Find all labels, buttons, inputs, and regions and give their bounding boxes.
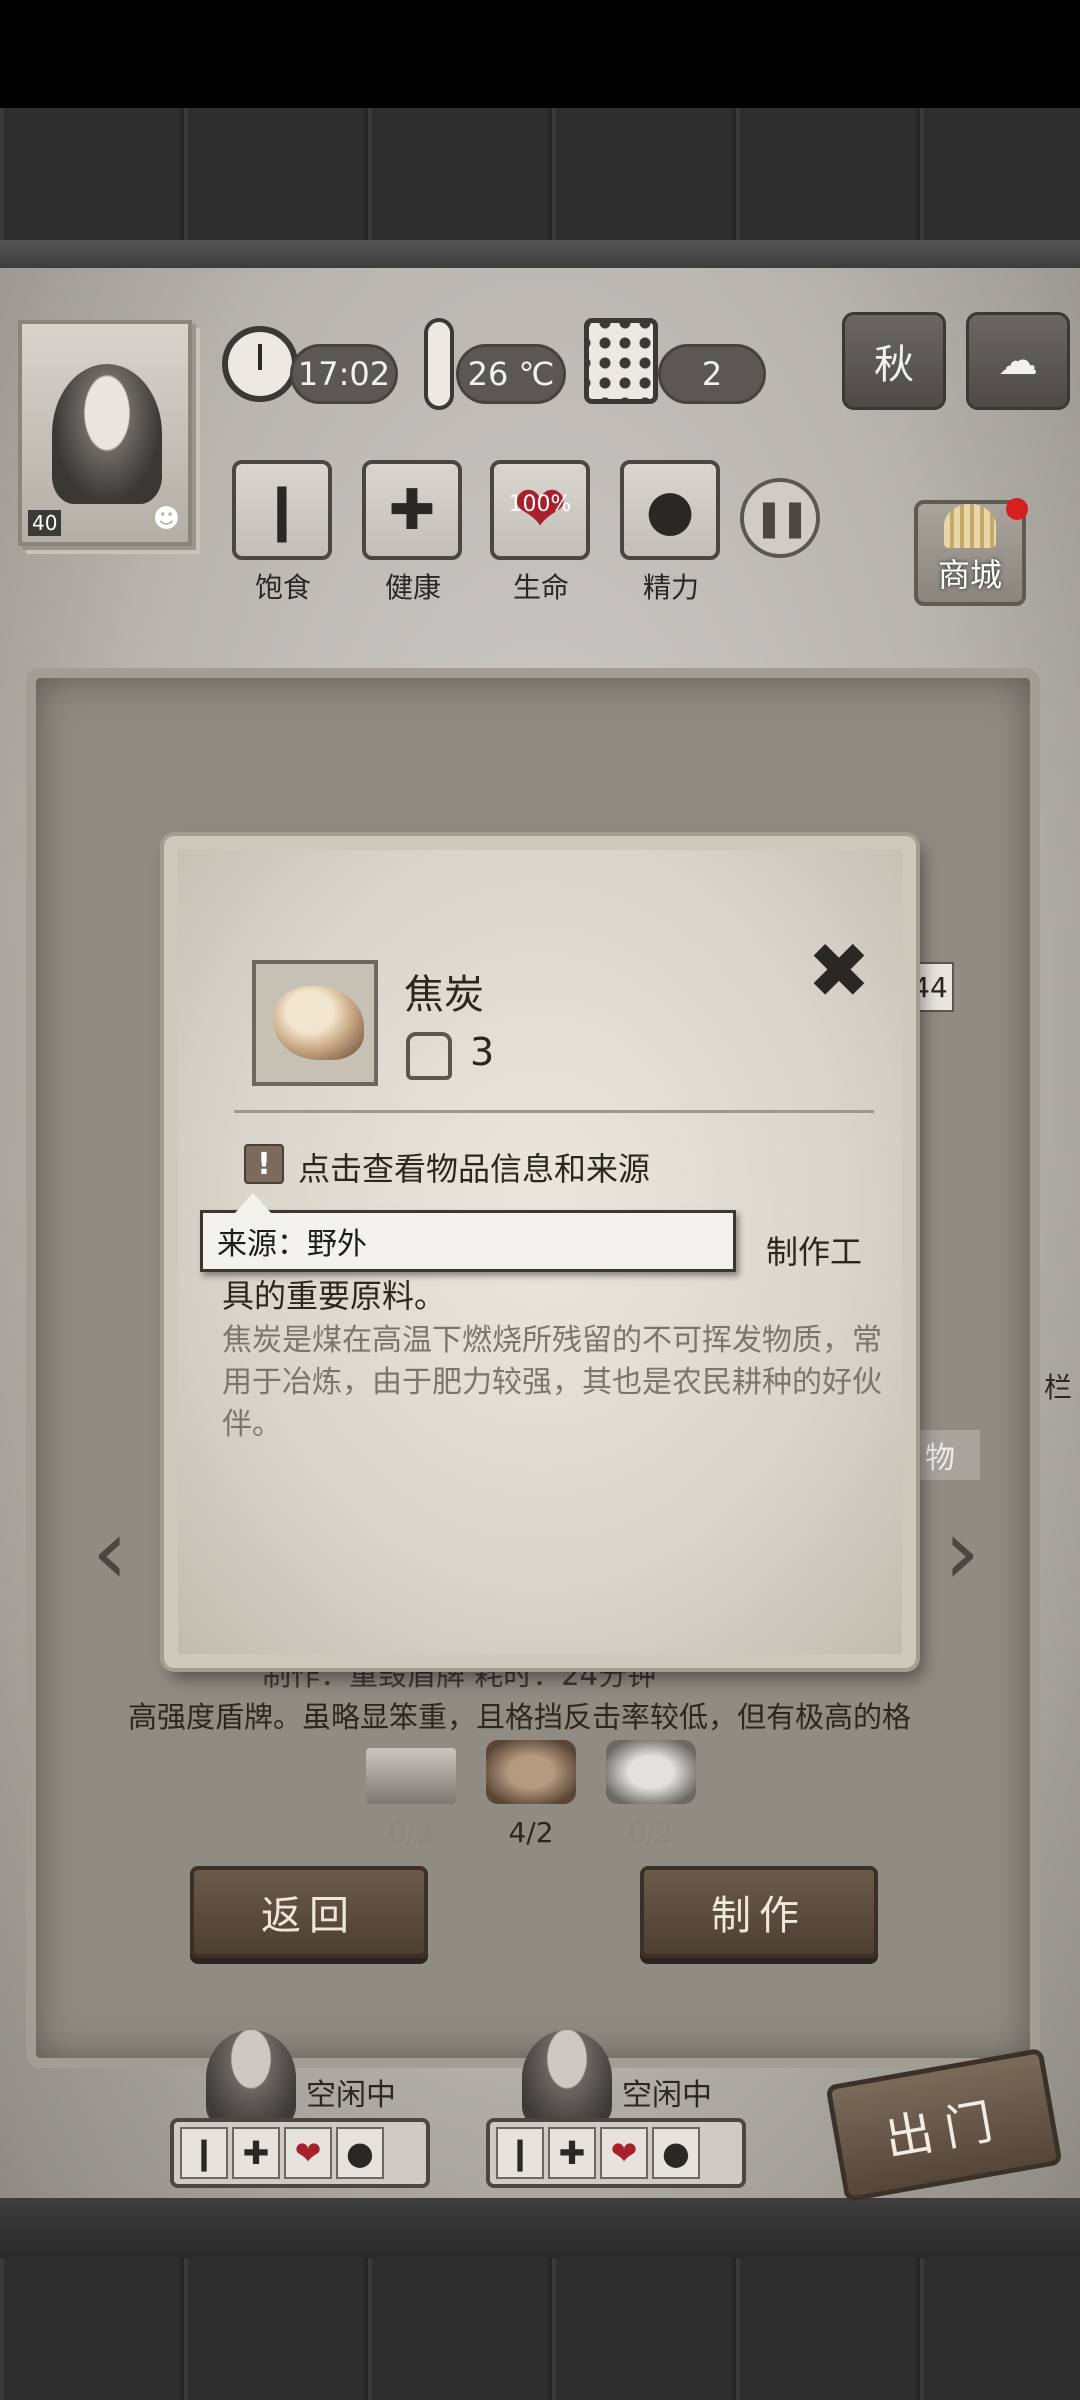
worker-stats-1: ❙ ✚ ❤ ● (170, 2118, 430, 2188)
usage-line-2: 具的重要原料。 (222, 1277, 447, 1315)
weather-button[interactable]: ☁ (966, 312, 1070, 410)
season-button[interactable]: 秋 (842, 312, 946, 410)
season-label: 秋 (874, 342, 914, 388)
day-display: 2 (658, 344, 766, 404)
material-count-plank: 0/3 (388, 1816, 434, 1849)
side-label-far-right: 栏 (1044, 1371, 1073, 1404)
worker-status-1: 空闲中 (306, 2078, 396, 2113)
person-icon: ● (336, 2127, 384, 2179)
cross-icon[interactable]: ✚ (362, 460, 462, 560)
coke-icon (486, 1740, 576, 1804)
craft-button[interactable]: 制作 (640, 1866, 878, 1958)
person-icon: ● (652, 2127, 700, 2179)
calendar-icon (584, 318, 658, 404)
craft-description: 高强度盾牌。虽略显笨重，且格挡反击率较低，但有极高的格 (128, 1700, 912, 1734)
cloud-icon: ☁ (998, 338, 1038, 384)
item-icon-frame (252, 960, 378, 1086)
heart-icon: ❤ (284, 2127, 332, 2179)
chevron-right-icon[interactable]: › (944, 1500, 980, 1605)
divider (234, 1110, 874, 1113)
person-icon[interactable]: ● (620, 460, 720, 560)
stat-label-hunger: 饱食 (254, 571, 311, 604)
pause-button[interactable]: ❚❚ (740, 478, 820, 558)
frame-top (0, 240, 1080, 268)
stat-label-health: 健康 (384, 571, 441, 604)
item-description: 焦炭是煤在高温下燃烧所残留的不可挥发物质，常用于冶炼，由于肥力较强，其也是农民耕… (222, 1323, 882, 1442)
worker-avatar-1[interactable] (206, 2030, 296, 2126)
iron-ore-icon (606, 1740, 696, 1804)
status-bar (0, 0, 1080, 108)
heart-icon: ❤ (600, 2127, 648, 2179)
stomach-icon[interactable]: ❙ (232, 460, 332, 560)
source-tooltip: 来源：野外 (200, 1193, 736, 1272)
chevron-left-icon[interactable]: ‹ (92, 1500, 128, 1605)
exclamation-icon[interactable]: ! (244, 1144, 284, 1184)
info-hint[interactable]: 点击查看物品信息和来源 (298, 1144, 650, 1190)
player-level: 40 (28, 510, 62, 536)
clock-icon (222, 326, 298, 402)
thermometer-icon (424, 318, 454, 410)
temperature-display: 26 ℃ (456, 344, 566, 404)
source-text: 来源：野外 (217, 1227, 367, 1262)
coke-icon (274, 986, 364, 1060)
cross-icon: ✚ (232, 2127, 280, 2179)
worker-status-2: 空闲中 (622, 2078, 712, 2113)
player-face (52, 364, 162, 504)
shop-label: 商城 (937, 556, 1002, 594)
time-display: 17:02 (290, 344, 398, 404)
stomach-icon: ❙ (180, 2127, 228, 2179)
close-icon[interactable]: ✖ (804, 933, 874, 1009)
bag-icon (406, 1032, 452, 1080)
shop-button[interactable]: 商城 (914, 498, 1028, 606)
notification-dot (1006, 498, 1028, 520)
cross-icon: ✚ (548, 2127, 596, 2179)
stomach-icon: ❙ (496, 2127, 544, 2179)
item-name: 焦炭 (404, 972, 484, 1018)
frame-bottom (0, 2198, 1080, 2258)
plank-icon (366, 1748, 456, 1804)
worker-stats-2: ❙ ✚ ❤ ● (486, 2118, 746, 2188)
stat-label-energy: 精力 (642, 571, 699, 604)
player-portrait[interactable]: 40 ☻ (18, 320, 192, 546)
item-count: 3 (470, 1030, 495, 1074)
shell-icon (944, 504, 996, 548)
worker-avatar-2[interactable] (522, 2030, 612, 2126)
material-count-iron-ore: 0/2 (628, 1816, 674, 1849)
stat-label-life: 生命 (512, 571, 569, 604)
life-value: 100% (508, 492, 572, 517)
person-icon: ☻ (152, 504, 180, 534)
back-button[interactable]: 返回 (190, 1866, 428, 1958)
material-count-coke: 4/2 (508, 1816, 554, 1849)
